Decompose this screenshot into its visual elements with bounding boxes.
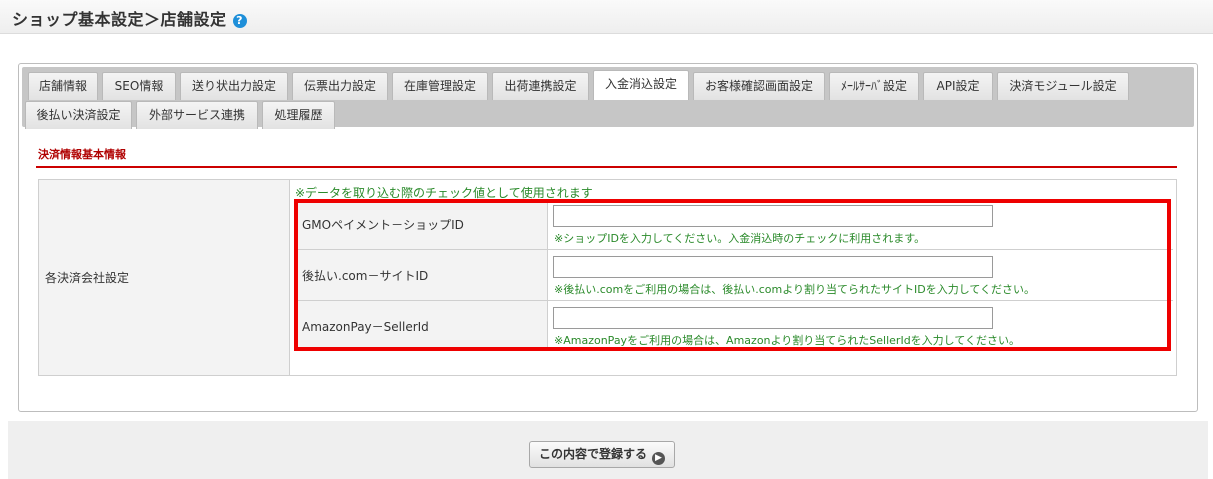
tab-payment-module[interactable]: 決済モジュール設定 bbox=[997, 72, 1129, 100]
row-label-cell: AmazonPay－SellerId bbox=[295, 301, 548, 351]
tab-deferred-payment[interactable]: 後払い決済設定 bbox=[25, 101, 132, 129]
amazonpay-seller-id-note: ※AmazonPayをご利用の場合は、Amazonより割り当てられたSeller… bbox=[554, 334, 1021, 347]
amazonpay-seller-id-label: AmazonPay－SellerId bbox=[302, 320, 429, 334]
tab-inventory[interactable]: 在庫管理設定 bbox=[392, 72, 488, 100]
page-title-text: ショップ基本設定＞店舗設定 bbox=[12, 10, 227, 29]
page-title: ショップ基本設定＞店舗設定? bbox=[12, 6, 247, 30]
group-label-cell: 各決済会社設定 bbox=[39, 180, 290, 375]
settings-panel: 店舗情報 SEO情報 送り状出力設定 伝票出力設定 在庫管理設定 出荷連携設定 … bbox=[18, 63, 1198, 412]
arrow-right-icon: ▶ bbox=[652, 452, 665, 465]
atobarai-site-id-note: ※後払い.comをご利用の場合は、後払い.comより割り当てられたサイトIDを入… bbox=[554, 283, 1036, 296]
footer-bar: この内容で登録する ▶ bbox=[8, 421, 1208, 479]
submit-button-label: この内容で登録する bbox=[538, 447, 647, 461]
submit-button[interactable]: この内容で登録する ▶ bbox=[529, 441, 675, 468]
tab-shipping-integration[interactable]: 出荷連携設定 bbox=[492, 72, 589, 100]
payment-settings-table: 各決済会社設定 ※データを取り込む際のチェック値として使用されます GMOペイメ… bbox=[38, 179, 1177, 376]
table-row: AmazonPay－SellerId ※AmazonPayをご利用の場合は、Am… bbox=[295, 301, 1173, 351]
group-label: 各決済会社設定 bbox=[45, 271, 130, 285]
section-divider bbox=[36, 166, 1177, 168]
tab-store-info[interactable]: 店舗情報 bbox=[28, 72, 98, 100]
page-header: ショップ基本設定＞店舗設定? bbox=[0, 0, 1213, 34]
tab-payment-reconciliation[interactable]: 入金消込設定 bbox=[593, 70, 689, 100]
atobarai-site-id-input[interactable] bbox=[553, 256, 993, 278]
tab-bar: 店舗情報 SEO情報 送り状出力設定 伝票出力設定 在庫管理設定 出荷連携設定 … bbox=[22, 67, 1194, 129]
atobarai-site-id-label: 後払い.com－サイトID bbox=[302, 269, 429, 283]
row-label-cell: 後払い.com－サイトID bbox=[295, 250, 548, 300]
table-row: GMOペイメント－ショップID ※ショップIDを入力してください。入金消込時のチ… bbox=[295, 199, 1173, 250]
tab-mail-server[interactable]: ﾒｰﾙｻｰﾊﾞ設定 bbox=[829, 72, 919, 100]
tab-seo-info[interactable]: SEO情報 bbox=[102, 72, 176, 100]
row-label-cell: GMOペイメント－ショップID bbox=[295, 199, 548, 249]
help-icon[interactable]: ? bbox=[232, 14, 247, 28]
tab-api[interactable]: API設定 bbox=[923, 72, 993, 100]
tab-external-services[interactable]: 外部サービス連携 bbox=[136, 101, 258, 129]
tab-slip-output[interactable]: 伝票出力設定 bbox=[292, 72, 388, 100]
gmo-shop-id-note: ※ショップIDを入力してください。入金消込時のチェックに利用されます。 bbox=[554, 232, 926, 245]
tab-processing-history[interactable]: 処理履歴 bbox=[262, 101, 335, 129]
tab-shipping-label-output[interactable]: 送り状出力設定 bbox=[180, 72, 288, 100]
gmo-shop-id-input[interactable] bbox=[553, 205, 993, 227]
amazonpay-seller-id-input[interactable] bbox=[553, 307, 993, 329]
gmo-shop-id-label: GMOペイメント－ショップID bbox=[302, 218, 464, 232]
table-row: 後払い.com－サイトID ※後払い.comをご利用の場合は、後払い.comより… bbox=[295, 250, 1173, 301]
tab-customer-confirmation[interactable]: お客様確認画面設定 bbox=[693, 72, 825, 100]
section-title: 決済情報基本情報 bbox=[38, 148, 126, 161]
